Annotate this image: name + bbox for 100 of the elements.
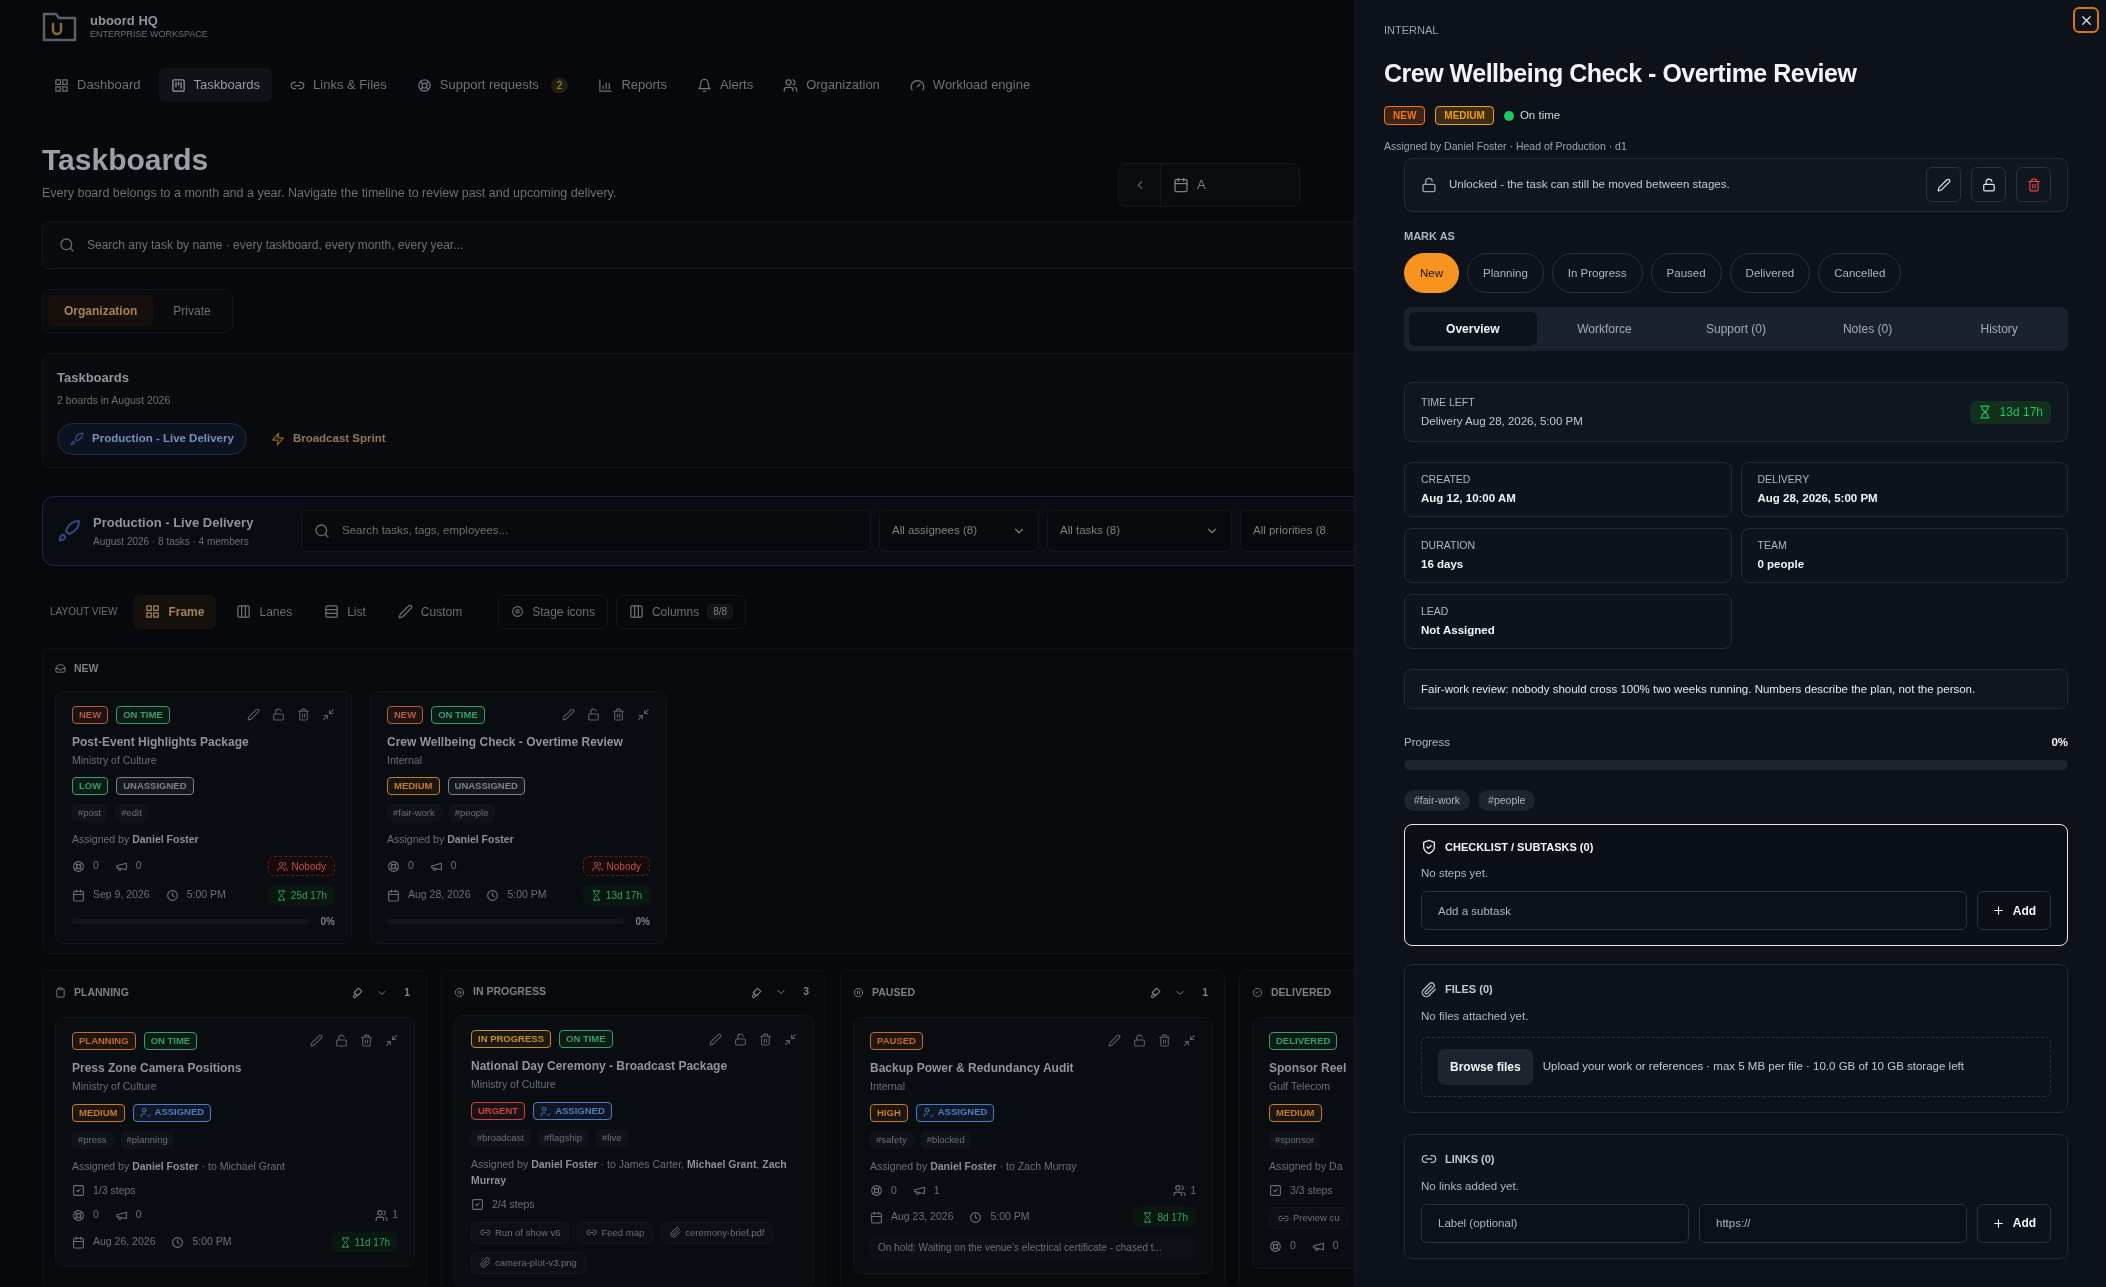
stage-option[interactable]: New — [1404, 253, 1459, 294]
add-button[interactable]: Add — [1977, 891, 2051, 931]
stage-name: PAUSED — [872, 984, 915, 1000]
card-client: Ministry of Culture — [471, 1077, 557, 1093]
bell-icon — [696, 77, 712, 93]
shrink-icon[interactable] — [784, 1032, 797, 1046]
attachment-chip[interactable]: camera-plot-v3.png — [471, 1251, 586, 1274]
browse-files-button[interactable]: Browse files — [1438, 1049, 1533, 1085]
pencil-icon[interactable] — [247, 708, 260, 721]
status-badge: IN PROGRESS — [471, 1030, 551, 1049]
search-icon — [59, 236, 75, 253]
steps-count: 1/3 steps — [93, 1182, 136, 1198]
card-client: Gulf Telecom — [1269, 1078, 1332, 1094]
note-text: Fair-work review: nobody should cross 100% two weeks running. Numbers describe the plan, not the person. — [1404, 669, 2068, 710]
nav-tab[interactable]: Alerts — [684, 68, 766, 102]
scope-tab[interactable]: Private — [157, 294, 227, 327]
input-field[interactable]: Label (optional) — [1421, 1203, 1689, 1243]
section-subtitle: 2 boards in August 2026 — [57, 393, 172, 409]
nav-tab[interactable]: Support requests 2 — [404, 68, 581, 102]
pencil-icon[interactable] — [562, 708, 575, 721]
attachment-chip[interactable]: Feed map — [577, 1221, 654, 1244]
add-button[interactable]: Add — [1977, 1203, 2051, 1243]
trash-icon[interactable] — [360, 1034, 373, 1048]
page-subtitle: Every board belongs to a month and a year. Navigate the timeline to review past and upcoming delivery. — [42, 185, 617, 202]
layout-option[interactable]: Lanes — [224, 594, 305, 629]
filter-dropdown[interactable]: All tasks (8) — [1047, 509, 1232, 552]
stage-count: 1 — [403, 984, 411, 1000]
unlock-icon[interactable] — [335, 1034, 348, 1048]
pencil-icon[interactable] — [1108, 1034, 1121, 1048]
attachment-name: ceremony-brief.pdf — [685, 1225, 765, 1240]
nav-tab[interactable]: Workload engine — [897, 68, 1043, 102]
attachment-chip[interactable]: Run of show v6 — [471, 1221, 570, 1244]
board-chip[interactable]: Broadcast Sprint — [258, 423, 398, 455]
brush-icon[interactable] — [351, 986, 365, 1000]
lock-button[interactable] — [1971, 167, 2006, 203]
search-input[interactable]: Search any task by name · every taskboard, every month, every year... — [87, 235, 1354, 254]
users-icon — [276, 860, 288, 872]
columns-button[interactable]: Columns 8/8 — [615, 594, 747, 629]
pencil-icon[interactable] — [709, 1032, 722, 1046]
layout-label: LAYOUT VIEW — [50, 605, 118, 620]
drawer-tab[interactable]: Overview — [1409, 312, 1537, 347]
trash-icon[interactable] — [759, 1032, 772, 1046]
trash-icon[interactable] — [1158, 1034, 1171, 1048]
unlock-icon[interactable] — [1133, 1034, 1146, 1048]
nav-tab[interactable]: Links & Files — [278, 68, 399, 102]
bar-chart-icon — [598, 77, 614, 93]
status-badge: ON TIME — [431, 705, 485, 724]
unlock-icon[interactable] — [734, 1032, 747, 1046]
layout-option[interactable]: Custom — [385, 594, 475, 629]
attachment-chip[interactable]: Preview cu — [1269, 1207, 1349, 1230]
nav-tab[interactable]: Taskboards — [158, 68, 273, 102]
priority-badge: MEDIUM — [1269, 1103, 1322, 1122]
scope-tab[interactable]: Organization — [48, 294, 154, 327]
rows-icon — [324, 604, 340, 620]
unlock-icon[interactable] — [587, 708, 600, 721]
search-input[interactable]: Search tasks, tags, employees... — [342, 522, 858, 540]
nav-tab[interactable]: Dashboard — [42, 68, 153, 102]
search-field[interactable]: Search tasks, tags, employees... — [301, 509, 871, 552]
inbox-icon — [55, 663, 66, 675]
hourglass-icon — [1142, 1211, 1154, 1223]
trash-icon[interactable] — [612, 708, 625, 721]
pencil-icon — [1936, 177, 1951, 192]
user-check-icon — [540, 1105, 552, 1117]
drawer-tab[interactable]: Notes (0) — [1803, 312, 1932, 347]
attachment-chip[interactable]: ceremony-brief.pdf — [661, 1221, 774, 1244]
nav-tab[interactable]: Organization — [771, 68, 892, 102]
layout-option[interactable]: List — [312, 594, 378, 629]
tag: #live — [596, 1129, 628, 1147]
brush-icon[interactable] — [1149, 986, 1163, 1000]
layout-option[interactable]: Frame — [133, 594, 217, 629]
filter-dropdown[interactable]: All assignees (8) — [879, 509, 1039, 552]
search-field[interactable]: Search any task by name · every taskboard, every month, every year... — [42, 220, 1354, 269]
nav-tab[interactable]: Reports — [586, 68, 679, 102]
input-field[interactable]: Add a subtask — [1421, 891, 1967, 931]
delete-button[interactable] — [2016, 167, 2051, 203]
progress-reading: 0% — [320, 915, 335, 930]
shrink-icon[interactable] — [1183, 1034, 1196, 1048]
lifebuoy-icon — [870, 1183, 883, 1197]
priority-badge: MEDIUM — [387, 777, 440, 796]
stage-icons-toggle[interactable]: Stage icons — [498, 594, 608, 629]
drawer-tab[interactable]: Workforce — [1540, 312, 1669, 347]
shrink-icon[interactable] — [637, 708, 650, 721]
shrink-icon[interactable] — [322, 708, 335, 721]
tag: #flagship — [538, 1129, 589, 1147]
edit-button[interactable] — [1926, 167, 1961, 203]
board-chip[interactable]: Production - Live Delivery — [57, 423, 247, 455]
close-button[interactable] — [2073, 7, 2099, 33]
empty-text: No steps yet. — [1421, 866, 1490, 881]
input-field[interactable]: https:// — [1699, 1203, 1967, 1243]
filter-dropdown[interactable]: All priorities (8 — [1240, 509, 1354, 552]
drawer-tab[interactable]: Support (0) — [1672, 312, 1800, 347]
shield-check-icon — [1421, 838, 1437, 855]
pencil-icon[interactable] — [310, 1034, 323, 1048]
badge-label: ASSIGNED — [555, 1103, 605, 1118]
trash-icon[interactable] — [297, 708, 310, 721]
unlock-icon[interactable] — [272, 708, 285, 721]
columns-icon — [628, 604, 644, 620]
brush-icon[interactable] — [750, 985, 764, 999]
shrink-icon[interactable] — [385, 1034, 398, 1048]
drawer-tab[interactable]: History — [1935, 312, 2063, 347]
